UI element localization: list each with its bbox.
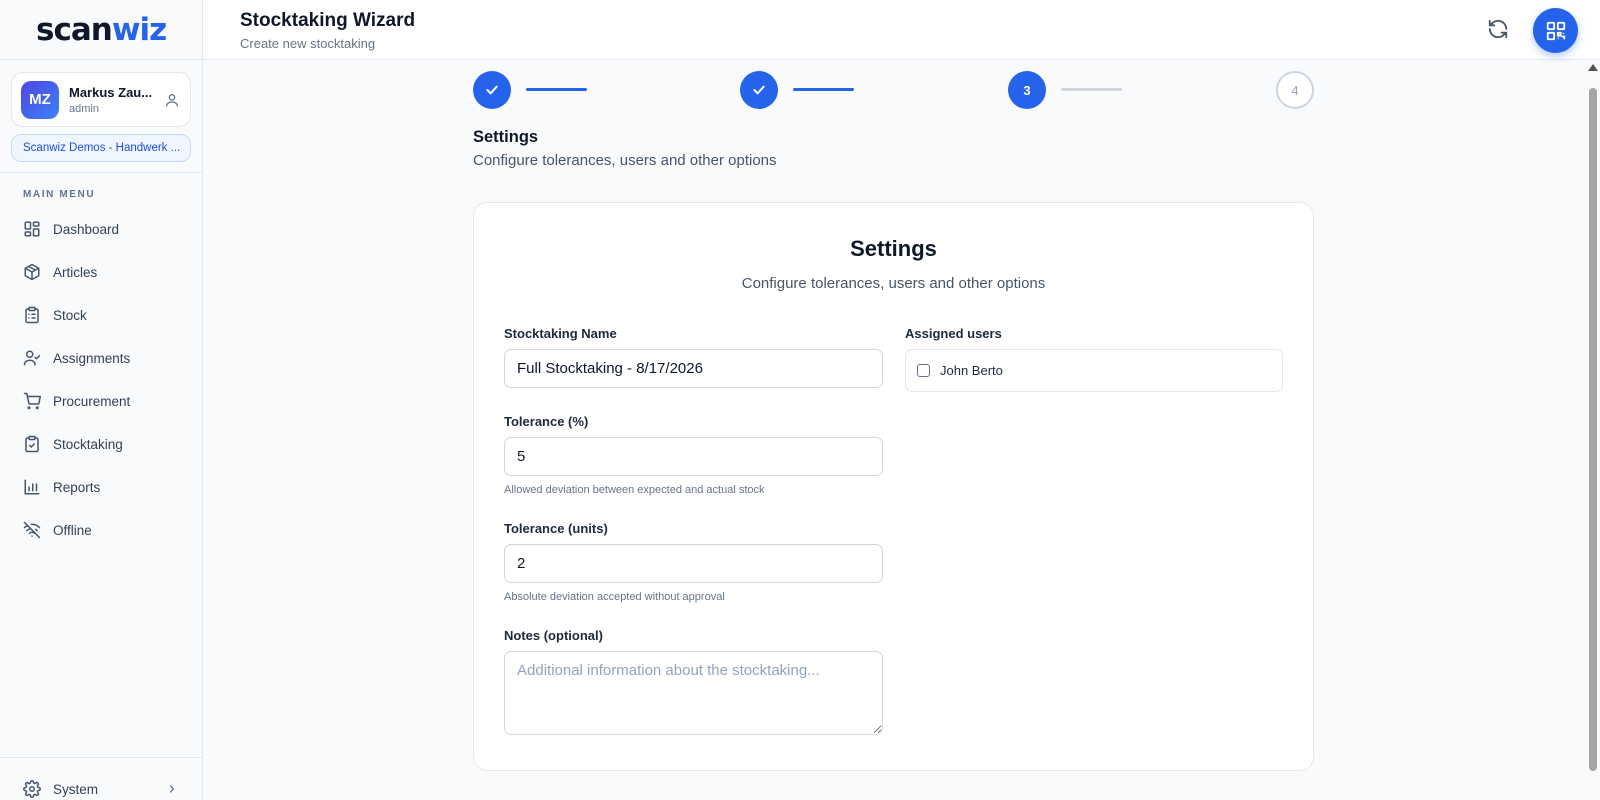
sidebar-item-label: Procurement <box>53 393 131 409</box>
step-connector <box>526 88 587 91</box>
sidebar-bottom-divider <box>0 757 203 758</box>
sidebar-item-system[interactable]: System <box>23 780 178 798</box>
sidebar-item-label: Offline <box>53 522 92 538</box>
sidebar-item-offline[interactable]: Offline <box>23 519 92 541</box>
sidebar-item-articles[interactable]: Articles <box>23 261 97 283</box>
clipboard-list-icon <box>25 306 39 324</box>
sidebar-item-stock[interactable]: Stock <box>23 304 87 326</box>
scanwiz-logo[interactable]: scan wiz <box>0 0 202 60</box>
notes-label: Notes (optional) <box>504 628 603 643</box>
package-icon <box>24 263 40 281</box>
step-2-complete[interactable] <box>740 71 778 109</box>
sidebar-item-label: Reports <box>53 479 101 495</box>
tolerance-units-label: Tolerance (units) <box>504 521 608 536</box>
card-title: Settings <box>850 236 937 261</box>
user-profile-icon[interactable] <box>164 92 180 108</box>
sidebar-item-stocktaking[interactable]: Stocktaking <box>23 433 123 455</box>
assigned-users-label: Assigned users <box>905 326 1002 341</box>
tolerance-percent-hint: Allowed deviation between expected and a… <box>504 484 765 496</box>
bar-chart-icon <box>24 479 40 495</box>
sidebar-item-label: Stocktaking <box>53 436 123 452</box>
sidebar-item-assignments[interactable]: Assignments <box>23 347 130 369</box>
user-checkbox[interactable] <box>917 364 930 377</box>
stocktaking-name-input[interactable] <box>504 349 883 388</box>
sidebar-item-procurement[interactable]: Procurement <box>23 390 130 412</box>
settings-card: Settings Configure tolerances, users and… <box>473 202 1314 771</box>
check-icon <box>486 85 498 95</box>
avatar: MZ <box>21 80 59 119</box>
sidebar-item-label: Articles <box>53 264 98 280</box>
refresh-icon[interactable] <box>1487 18 1509 40</box>
wifi-off-icon <box>23 521 41 539</box>
organization-selector[interactable]: Scanwiz Demos - Handwerk ... <box>11 134 191 162</box>
notes-textarea[interactable] <box>504 651 883 735</box>
qr-scan-button[interactable] <box>1533 8 1578 53</box>
page-title: Stocktaking Wizard <box>240 10 416 31</box>
cart-icon <box>23 392 41 410</box>
sidebar-divider <box>0 172 203 173</box>
sidebar-item-label: Assignments <box>53 350 131 366</box>
page-subtitle: Create new stocktaking <box>240 36 376 51</box>
sidebar-item-reports[interactable]: Reports <box>23 476 100 498</box>
step-connector <box>793 88 854 91</box>
sidebar: scan wiz MZ Markus Zau... admin Scanwiz D… <box>0 0 203 800</box>
tolerance-units-input[interactable] <box>504 544 883 583</box>
card-subtitle: Configure tolerances, users and other op… <box>741 275 1046 292</box>
logo-text-wiz: wiz <box>111 11 167 48</box>
section-subtitle: Configure tolerances, users and other op… <box>473 152 777 169</box>
stocktaking-name-label: Stocktaking Name <box>504 326 617 341</box>
qr-code-icon <box>1546 21 1565 40</box>
user-role: admin <box>69 102 99 115</box>
tolerance-percent-label: Tolerance (%) <box>504 414 589 429</box>
user-name: Markus Zau... <box>69 84 153 100</box>
sidebar-item-label: Dashboard <box>53 221 120 237</box>
section-title: Settings <box>473 128 539 146</box>
user-checkbox-label[interactable]: John Berto <box>940 363 1003 378</box>
clipboard-check-icon <box>25 435 39 453</box>
assigned-users-list: John Berto <box>905 349 1283 392</box>
tolerance-units-hint: Absolute deviation accepted without appr… <box>504 591 725 603</box>
chevron-right-icon <box>169 785 175 793</box>
step-3-current[interactable]: 3 <box>1008 71 1046 109</box>
sidebar-item-label: System <box>53 781 99 797</box>
gear-icon <box>23 780 41 798</box>
top-header: Stocktaking Wizard Create new stocktakin… <box>203 0 1600 60</box>
step-connector <box>1061 88 1122 91</box>
scroll-up-arrow[interactable] <box>1588 64 1598 71</box>
sidebar-item-dashboard[interactable]: Dashboard <box>23 218 119 240</box>
dashboard-icon <box>24 221 40 237</box>
main-menu-label: MAIN MENU <box>23 189 96 200</box>
logo-text-scan: scan <box>36 11 113 48</box>
step-4-pending[interactable]: 4 <box>1276 71 1314 109</box>
user-check-icon <box>23 350 41 366</box>
scrollbar-thumb[interactable] <box>1589 88 1597 771</box>
check-icon <box>753 85 765 95</box>
tolerance-percent-input[interactable] <box>504 437 883 476</box>
user-card[interactable]: MZ Markus Zau... admin <box>11 72 191 127</box>
step-1-complete[interactable] <box>473 71 511 109</box>
sidebar-item-label: Stock <box>53 307 87 323</box>
